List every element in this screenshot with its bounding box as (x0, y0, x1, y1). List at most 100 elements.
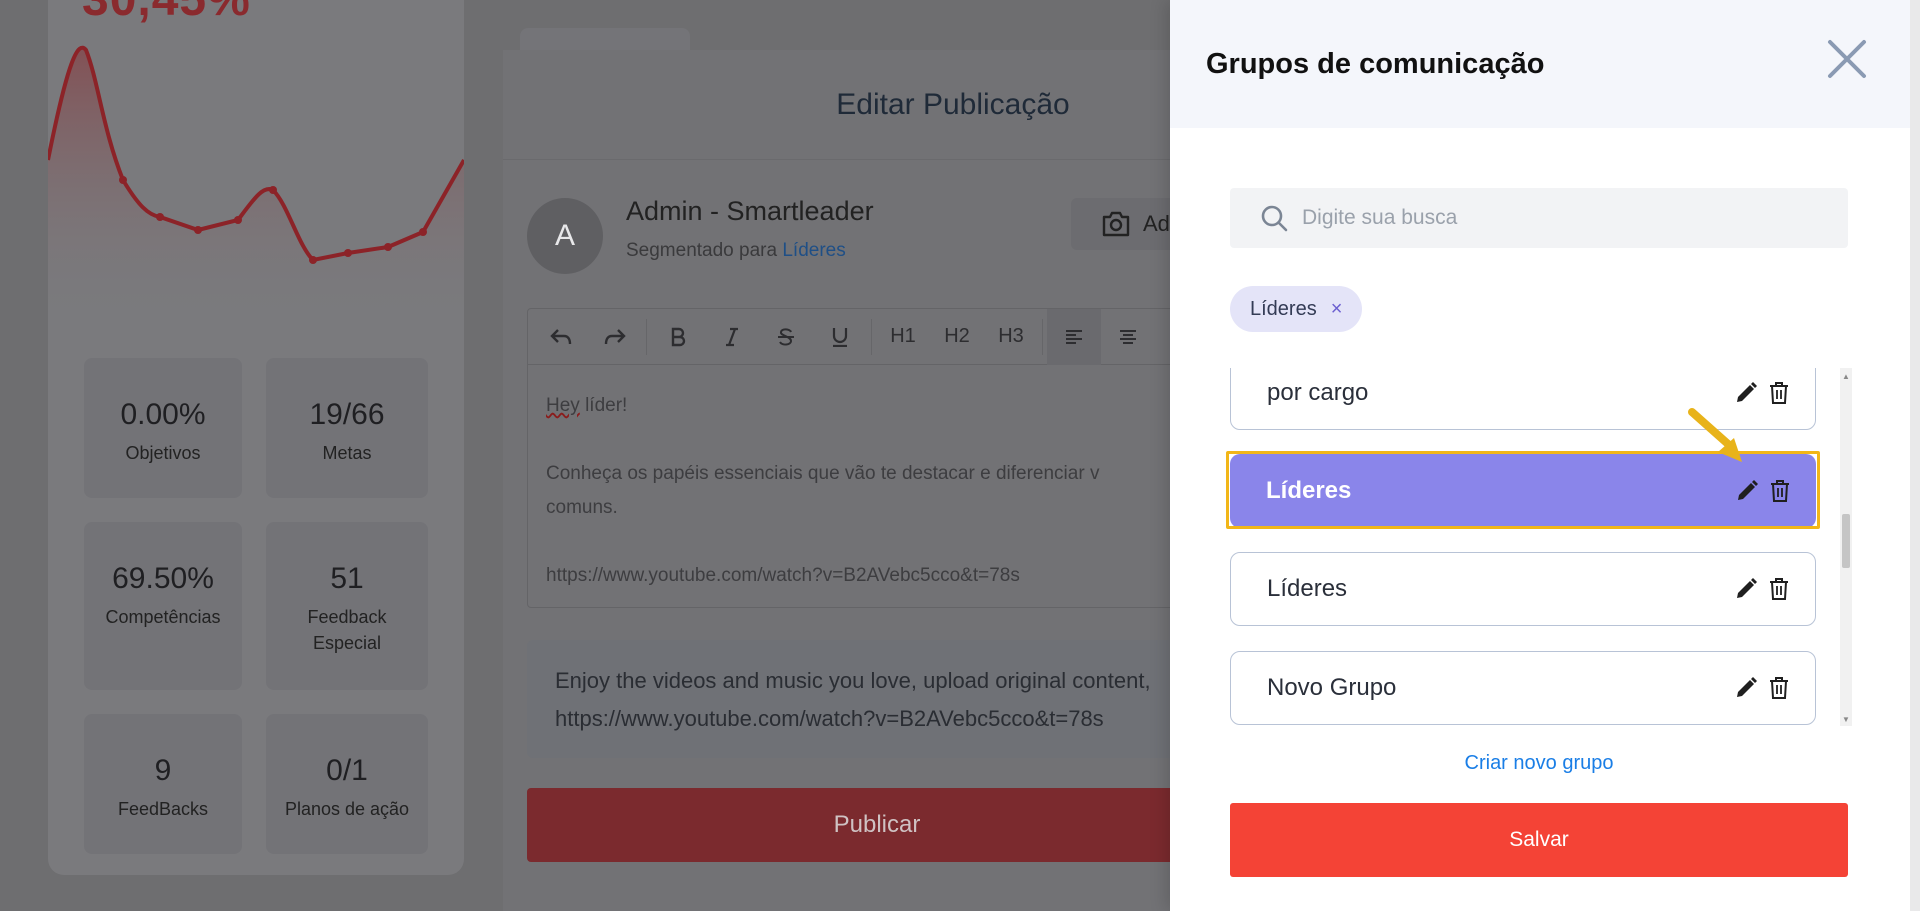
group-row[interactable]: Líderes (1230, 552, 1816, 626)
stat-card-competencias: 69.50% Competências (84, 522, 242, 690)
trash-icon[interactable] (1769, 578, 1789, 600)
avatar: A (527, 198, 603, 274)
bold-button[interactable] (651, 309, 705, 365)
stat-card-feedback-especial: 51 Feedback Especial (266, 522, 428, 690)
row-actions (1736, 480, 1790, 502)
publish-button[interactable]: Publicar (527, 788, 1227, 862)
stat-label: Metas (322, 443, 372, 463)
trash-icon[interactable] (1770, 480, 1790, 502)
pencil-icon[interactable] (1736, 480, 1758, 502)
stat-value: 0/1 (326, 754, 368, 787)
toolbar-divider (646, 318, 647, 355)
align-center-button[interactable] (1101, 309, 1155, 365)
group-list-scrollbar[interactable]: ▲ ▼ (1840, 368, 1852, 726)
preview-description: Enjoy the videos and music you love, upl… (555, 668, 1151, 693)
underline-button[interactable] (813, 309, 867, 365)
stat-label: Feedback Especial (307, 607, 387, 653)
stat-label: Competências (105, 607, 221, 627)
rich-text-editor[interactable]: H1 H2 H3 Hey líder! Conheça os papéis es… (527, 308, 1227, 608)
strikethrough-icon (778, 327, 794, 345)
undo-icon (550, 328, 572, 344)
add-photo-label: Ad (1143, 211, 1170, 236)
link-preview[interactable]: Enjoy the videos and music you love, upl… (527, 640, 1227, 758)
preview-url: https://www.youtube.com/watch?v=B2AVebc5… (555, 706, 1104, 731)
stat-value: 51 (330, 562, 364, 595)
pencil-icon[interactable] (1735, 677, 1757, 699)
strikethrough-button[interactable] (759, 309, 813, 365)
editor-line: Conheça os papéis essenciais que vão te … (546, 463, 1100, 484)
align-left-button[interactable] (1047, 308, 1101, 365)
pencil-icon[interactable] (1735, 382, 1757, 404)
chip-remove-icon[interactable]: × (1331, 298, 1343, 321)
group-list[interactable]: por cargo Líderes Líderes Novo Grupo (1230, 368, 1850, 726)
close-icon[interactable] (1824, 36, 1870, 82)
group-name: Novo Grupo (1267, 674, 1397, 701)
stat-value: 69.50% (112, 562, 214, 595)
heading-1-button[interactable]: H1 (876, 309, 930, 365)
stat-card-planos-de-acao: 0/1 Planos de ação (266, 714, 428, 854)
modal-header: Editar Publicação (503, 50, 1203, 160)
segment-link[interactable]: Líderes (782, 240, 845, 261)
camera-icon (1102, 211, 1130, 237)
stat-card-objetivos: 0.00% Objetivos (84, 358, 242, 498)
editor-line: comuns. (546, 497, 618, 518)
italic-icon (726, 327, 738, 346)
search-box[interactable] (1230, 188, 1848, 248)
heading-3-button[interactable]: H3 (984, 309, 1038, 365)
search-icon (1261, 205, 1288, 232)
edit-publication-modal: Editar Publicação A Admin - Smartleader … (503, 50, 1227, 911)
redo-button[interactable] (588, 309, 642, 365)
group-row[interactable]: Novo Grupo (1230, 651, 1816, 725)
search-input[interactable] (1302, 206, 1802, 230)
toolbar-divider (1042, 318, 1043, 355)
selected-group-chip: Líderes × (1230, 286, 1363, 332)
stat-card-metas: 19/66 Metas (266, 358, 428, 498)
chip-label: Líderes (1250, 297, 1317, 320)
editor-toolbar: H1 H2 H3 (528, 308, 1226, 365)
align-center-icon (1120, 329, 1136, 344)
stat-card-feedbacks: 9 FeedBacks (84, 714, 242, 854)
drawer-title: Grupos de comunicação (1206, 47, 1545, 80)
group-name: por cargo (1267, 379, 1369, 406)
italic-button[interactable] (705, 309, 759, 365)
trend-chart (48, 45, 464, 330)
scroll-up-icon[interactable]: ▲ (1842, 372, 1850, 381)
pencil-icon[interactable] (1735, 578, 1757, 600)
communication-groups-drawer: Grupos de comunicação Líderes × por carg… (1170, 0, 1920, 911)
redo-icon (604, 328, 626, 344)
editor-line: https://www.youtube.com/watch?v=B2AVebc5… (546, 565, 1020, 586)
row-actions (1735, 677, 1789, 699)
scroll-down-icon[interactable]: ▼ (1842, 715, 1850, 724)
arrow-pointer-icon (1688, 408, 1742, 462)
undo-button[interactable] (534, 309, 588, 365)
trash-icon[interactable] (1769, 677, 1789, 699)
row-actions (1735, 382, 1789, 404)
stat-value: 9 (154, 754, 172, 787)
stat-label: Objetivos (125, 443, 201, 463)
screen: 30,45% 0.00% Objetivos 19/66 Metas 69.50… (0, 0, 1920, 911)
editor-line: Hey líder! (546, 389, 1208, 423)
trash-icon[interactable] (1769, 382, 1789, 404)
window-edge (1910, 0, 1920, 911)
save-button[interactable]: Salvar (1230, 803, 1848, 877)
segment-prefix: Segmentado para (626, 240, 778, 261)
heading-2-button[interactable]: H2 (930, 309, 984, 365)
author-name: Admin - Smartleader (626, 196, 874, 226)
stat-label: FeedBacks (117, 799, 209, 819)
group-name: Líderes (1266, 477, 1352, 504)
group-name: Líderes (1267, 575, 1348, 602)
modal-title: Editar Publicação (836, 87, 1070, 121)
spellcheck-word: Hey (546, 395, 580, 416)
editor-text: líder! (579, 395, 628, 416)
create-group-link[interactable]: Criar novo grupo (1230, 752, 1848, 775)
editor-content[interactable]: Hey líder! Conheça os papéis essenciais … (528, 365, 1226, 617)
toolbar-divider (871, 318, 872, 355)
scrollbar-thumb[interactable] (1842, 514, 1850, 568)
stat-value: 19/66 (309, 398, 385, 431)
bold-icon (671, 327, 686, 346)
underline-icon (832, 327, 848, 347)
stat-value: 0.00% (120, 398, 206, 431)
stat-label: Planos de ação (284, 799, 410, 819)
